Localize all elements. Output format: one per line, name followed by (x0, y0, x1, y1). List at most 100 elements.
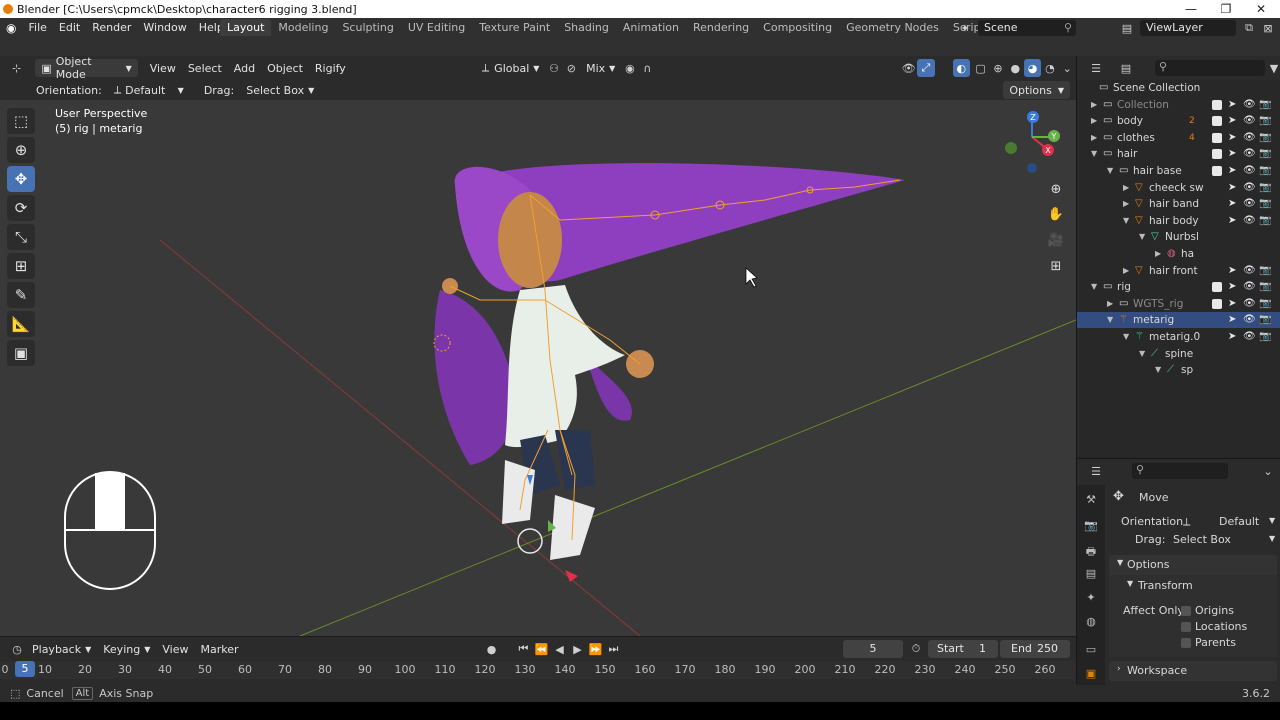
eye-icon[interactable]: 👁 (1243, 279, 1256, 295)
play-icon[interactable]: ▶ (569, 640, 587, 658)
eye-icon[interactable]: 👁 (1243, 196, 1256, 212)
tab-shading[interactable]: Shading (557, 19, 616, 36)
outliner-row[interactable]: ▼ ▭ hair ➤ 👁 📷 (1077, 146, 1280, 162)
remove-view-layer-icon[interactable]: ⊠ (1259, 19, 1277, 37)
eye-icon[interactable]: 👁 (1243, 163, 1256, 179)
selectable-arrow-icon[interactable]: ➤ (1228, 130, 1236, 146)
overlays-toggle-icon[interactable]: ◐ (952, 59, 970, 77)
eye-icon[interactable]: 👁 (1243, 329, 1256, 345)
locations-checkbox[interactable] (1181, 622, 1191, 632)
workspace-panel-header[interactable]: › Workspace (1109, 661, 1277, 681)
select-box-tool-icon[interactable]: ⬚ (7, 108, 35, 134)
menu-window[interactable]: Window (137, 21, 192, 34)
jump-prev-keyframe-icon[interactable]: ⏪ (533, 640, 551, 658)
camera-icon[interactable]: 📷 (1259, 130, 1271, 146)
display-mode-icon[interactable]: ▤ (1117, 59, 1135, 77)
output-tab-icon[interactable]: 🖶 (1083, 543, 1099, 559)
camera-view-icon[interactable]: 🎥 (1045, 229, 1067, 251)
selectable-arrow-icon[interactable]: ➤ (1228, 329, 1236, 345)
selectable-arrow-icon[interactable]: ➤ (1228, 213, 1236, 229)
render-tab-icon[interactable]: 📷 (1083, 519, 1099, 535)
shading-material-icon[interactable]: ◕ (1023, 59, 1042, 77)
preview-range-icon[interactable]: ⏱ (907, 640, 925, 658)
tab-texture-paint[interactable]: Texture Paint (472, 19, 557, 36)
cursor-tool-icon[interactable]: ⊕ (7, 137, 35, 163)
selectable-arrow-icon[interactable]: ➤ (1228, 279, 1236, 295)
chevron-down-icon[interactable]: ▼ (1155, 362, 1161, 378)
gizmo-neg-z-handle[interactable] (1027, 163, 1037, 173)
origins-checkbox[interactable] (1181, 606, 1191, 616)
camera-icon[interactable]: 📷 (1259, 113, 1271, 129)
mode-selector[interactable]: ▣ Object Mode ▼ (35, 55, 138, 81)
eye-icon[interactable]: 👁 (1243, 312, 1256, 328)
outliner-row[interactable]: ▶ ▽ cheeck sw ➤ 👁 📷 (1077, 180, 1280, 196)
shading-options-icon[interactable]: ⌄ (1059, 59, 1076, 77)
current-frame-field[interactable]: 5 (843, 640, 903, 658)
timeline-view-menu[interactable]: View (156, 640, 194, 658)
exclude-checkbox[interactable] (1212, 116, 1222, 127)
visibility-icon[interactable]: 👁 (900, 59, 917, 77)
end-frame-field[interactable]: End 250 (1000, 640, 1070, 658)
selectable-arrow-icon[interactable]: ➤ (1228, 312, 1236, 328)
world-tab-icon[interactable]: ◍ (1083, 615, 1099, 631)
menu-file[interactable]: File (22, 21, 52, 34)
eye-icon[interactable]: 👁 (1243, 146, 1256, 162)
pin-icon[interactable]: ⚲ (1064, 20, 1072, 36)
outliner-row[interactable]: ▶ ▭ clothes 4 ➤ 👁 📷 (1077, 130, 1280, 146)
chevron-down-icon[interactable]: ▼ (1123, 213, 1129, 229)
menu-view[interactable]: View (144, 59, 182, 77)
camera-icon[interactable]: 📷 (1259, 146, 1271, 162)
orientation-dropdown[interactable]: ⟂ Default ▼ (1181, 513, 1277, 529)
orientation-dropdown[interactable]: ⟂ Default ▼ (108, 81, 190, 99)
outliner-editor-type-icon[interactable]: ☰ (1087, 59, 1105, 77)
jump-start-icon[interactable]: ⏮ (515, 640, 533, 658)
transform-tool-icon[interactable]: ⊞ (7, 253, 35, 279)
record-keyframe-icon[interactable]: ● (483, 640, 501, 658)
xray-toggle-icon[interactable]: ▢ (972, 59, 989, 77)
scene-selector[interactable]: Scene ⚲ (978, 20, 1076, 36)
menu-add[interactable]: Add (228, 59, 261, 77)
chevron-down-icon[interactable]: ▼ (1107, 163, 1113, 179)
tool-tab-icon[interactable]: ⚒ (1083, 493, 1099, 509)
play-reverse-icon[interactable]: ◀ (551, 640, 569, 658)
snap-mode-dropdown[interactable]: Mix ▼ (580, 59, 621, 77)
outliner-row[interactable]: ▼ ▽ Nurbsl (1077, 229, 1280, 245)
outliner-row[interactable]: ▶ ◍ ha (1077, 246, 1280, 262)
filter-icon[interactable]: ▼ (1265, 59, 1280, 77)
selectable-arrow-icon[interactable]: ➤ (1228, 163, 1236, 179)
outliner-row[interactable]: ▶ ▽ hair front ➤ 👁 📷 (1077, 263, 1280, 279)
tab-geometry-nodes[interactable]: Geometry Nodes (839, 19, 946, 36)
tab-layout[interactable]: Layout (220, 19, 272, 36)
zoom-icon[interactable]: ⊕ (1045, 178, 1067, 200)
shading-solid-icon[interactable]: ● (1007, 59, 1024, 77)
exclude-checkbox[interactable] (1212, 132, 1222, 143)
menu-render[interactable]: Render (86, 21, 137, 34)
camera-icon[interactable]: 📷 (1259, 279, 1271, 295)
add-cube-tool-icon[interactable]: ▣ (7, 340, 35, 366)
exclude-checkbox[interactable] (1212, 166, 1222, 176)
camera-icon[interactable]: 📷 (1259, 329, 1271, 345)
outliner-row[interactable]: ▼ ▭ hair base ➤ 👁 📷 (1077, 163, 1280, 179)
outliner-row[interactable]: ▶ ▭ Collection ➤ 👁 📷 (1077, 97, 1280, 113)
outliner-row[interactable]: ▼ ▽ hair body ➤ 👁 📷 (1077, 213, 1280, 229)
shading-rendered-icon[interactable]: ◔ (1041, 59, 1058, 77)
chevron-down-icon[interactable]: ▶ (1091, 113, 1097, 129)
exclude-checkbox[interactable] (1212, 99, 1222, 110)
transform-orientation-dropdown[interactable]: ⟂ Global ▼ (476, 59, 546, 77)
keying-menu[interactable]: Keying ▼ (97, 640, 156, 658)
drag-dropdown[interactable]: Select Box ▼ (1167, 531, 1277, 547)
exclude-checkbox[interactable] (1212, 149, 1222, 160)
chevron-right-icon[interactable]: ▶ (1123, 263, 1129, 279)
eye-icon[interactable]: 👁 (1243, 130, 1256, 146)
properties-editor-type-icon[interactable]: ☰ (1087, 462, 1105, 480)
annotate-tool-icon[interactable]: ✎ (7, 282, 35, 308)
gizmo-toggle-icon[interactable]: ⤢ (917, 59, 935, 77)
outliner-row[interactable]: ▼ ⟋ sp (1077, 362, 1280, 378)
selectable-arrow-icon[interactable]: ➤ (1228, 113, 1236, 129)
editor-type-icon[interactable]: ⊹ (8, 59, 25, 77)
3d-cursor-icon[interactable] (517, 528, 543, 554)
chevron-down-icon[interactable]: ▶ (1091, 130, 1097, 146)
eye-icon[interactable]: 👁 (1243, 296, 1256, 312)
selectable-arrow-icon[interactable]: ➤ (1228, 263, 1236, 279)
exclude-checkbox[interactable] (1212, 298, 1222, 309)
